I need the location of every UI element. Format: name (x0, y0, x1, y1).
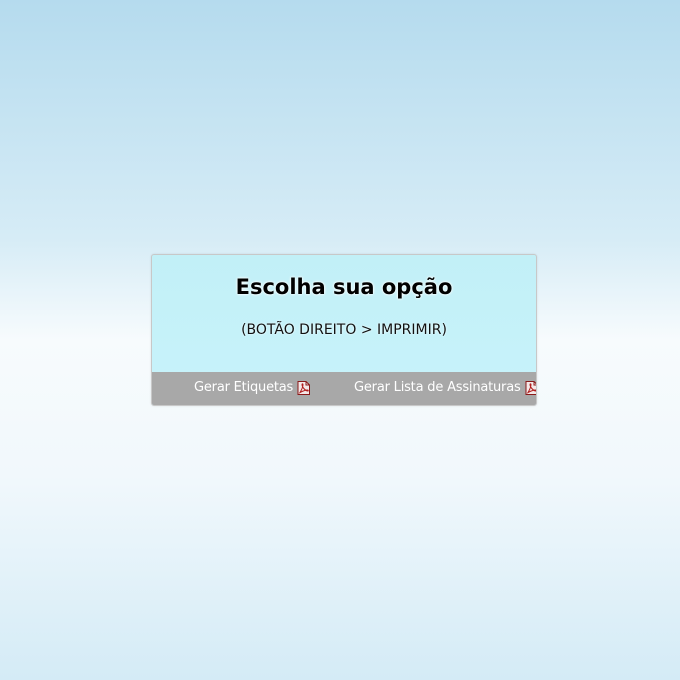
dialog-body: Escolha sua opção (BOTÃO DIREITO > IMPRI… (152, 255, 536, 373)
generate-labels-label: Gerar Etiquetas (194, 380, 294, 395)
dialog-title: Escolha sua opção (235, 275, 453, 299)
dialog-footer: Gerar Etiquetas Gerar Lista de Assinatur… (152, 372, 536, 405)
options-dialog: Escolha sua opção (BOTÃO DIREITO > IMPRI… (151, 254, 537, 406)
generate-signature-list-link[interactable]: Gerar Lista de Assinaturas (354, 380, 536, 395)
generate-labels-link[interactable]: Gerar Etiquetas (194, 380, 311, 395)
dialog-subtitle: (BOTÃO DIREITO > IMPRIMIR) (241, 322, 447, 338)
generate-signature-list-label: Gerar Lista de Assinaturas (354, 380, 521, 395)
pdf-icon (297, 380, 311, 395)
pdf-icon (525, 380, 536, 395)
